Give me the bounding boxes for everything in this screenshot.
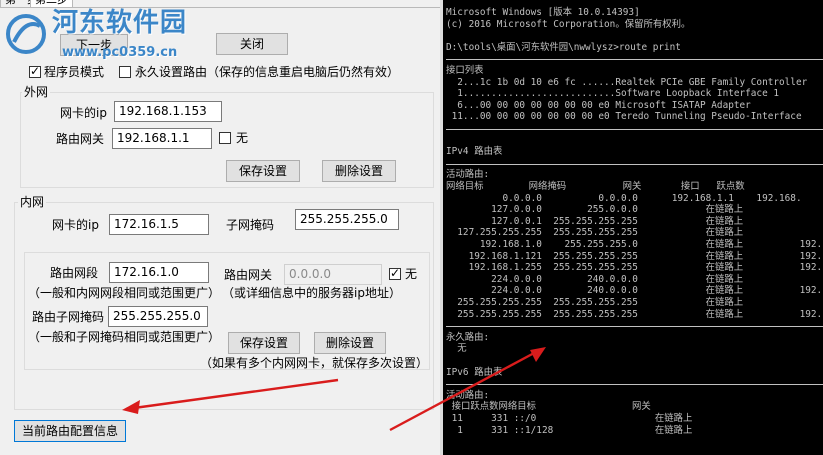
command-prompt-output: Microsoft Windows [版本 10.0.14393] (c) 201… [440, 0, 823, 455]
internal-nic-ip-field[interactable]: 172.16.1.5 [109, 214, 209, 235]
console-line: IPv4 路由表 [446, 146, 503, 158]
persistent-route-label: 永久设置路由（保存的信息重启电脑后仍然有效） [135, 65, 400, 79]
console-separator [446, 326, 823, 327]
console-line: 11 331 ::/0 在链路上 [446, 413, 693, 424]
external-nic-ip-label: 网卡的ip [60, 106, 107, 120]
console-line: 127.0.0.0 255.0.0.0 在链路上 [446, 204, 744, 216]
route-gateway-label: 路由网关 [224, 268, 273, 282]
console-separator [446, 384, 823, 385]
close-button[interactable]: 关闭 [216, 33, 288, 55]
internal-save-button[interactable]: 保存设置 [228, 332, 300, 354]
external-gateway-field[interactable]: 192.168.1.1 [112, 128, 212, 149]
tab-step-two[interactable]: 第二步 [30, 0, 73, 8]
watermark-url: www.pc0359.cn [62, 45, 178, 60]
console-line: 1 331 ::1/128 在链路上 [446, 424, 693, 436]
console-line: 6...00 00 00 00 00 00 00 e0 Microsoft IS… [446, 99, 751, 111]
route-segment-hint: （一般和内网网段相同或范围更广） [28, 286, 221, 300]
console-line: 活动路由: [446, 389, 490, 401]
console-separator [446, 128, 823, 130]
multi-nic-hint: （如果有多个内网网卡，就保存多次设置） [200, 356, 429, 370]
console-separator [446, 163, 823, 165]
console-line: 网络目标 网络掩码 网关 接口 跃点数 [446, 181, 745, 192]
internal-delete-button[interactable]: 删除设置 [314, 332, 386, 354]
internal-none-checkbox[interactable] [389, 266, 401, 280]
route-submask-hint: （一般和子网掩码相同或范围更广） [28, 330, 221, 344]
external-none-checkbox[interactable] [219, 132, 231, 144]
internal-mask-label: 子网掩码 [226, 218, 275, 232]
tab-strip: 第一步 第二步 [0, 0, 440, 8]
watermark-title: 河东软件园 [52, 8, 188, 38]
console-line: Microsoft Windows [版本 10.0.14393] [446, 7, 640, 18]
console-line: 127.255.255.255 255.255.255.255 在链路上 [446, 227, 744, 239]
console-line: (c) 2016 Microsoft Corporation。保留所有权利。 [446, 18, 691, 30]
external-nic-ip-field[interactable]: 192.168.1.153 [114, 101, 222, 122]
internal-none-label: 无 [405, 267, 418, 281]
console-line: 224.0.0.0 240.0.0.0 在链路上 192. [446, 285, 823, 297]
external-none-label: 无 [236, 131, 249, 145]
console-line: 192.168.1.0 255.255.255.0 在链路上 192. [446, 239, 823, 250]
route-gateway-field[interactable]: 0.0.0.0 [284, 264, 382, 285]
route-config-app: 第一步 第二步 下一步 关闭 程序员模式 永久设置路由（保存的信息重启电脑后仍然… [0, 0, 440, 455]
current-route-config-button[interactable]: 当前路由配置信息 [14, 420, 126, 442]
console-line: 1...........................Software Loo… [446, 88, 780, 100]
console-line: 2...1c 1b 0d 10 e6 fc ......Realtek PCIe… [446, 76, 808, 88]
watermark-logo-icon [6, 14, 46, 54]
console-line: D:\tools\桌面\河东软件园\nwwlysz>route print [446, 41, 681, 53]
programmer-mode-checkbox[interactable] [29, 64, 41, 78]
console-line: 192.168.1.255 255.255.255.255 在链路上 192. [446, 262, 823, 274]
console-line: 11...00 00 00 00 00 00 00 e0 Teredo Tunn… [446, 111, 802, 123]
internal-mask-field[interactable]: 255.255.255.0 [295, 209, 399, 230]
internal-network-title: 内网 [18, 195, 47, 209]
console-line: 接口跃点数网络目标 网关 [446, 401, 651, 413]
console-line: 接口列表 [446, 65, 484, 76]
route-gateway-hint: （或详细信息中的服务器ip地址） [222, 286, 401, 300]
route-segment-label: 路由网段 [50, 266, 99, 280]
console-line: 255.255.255.255 255.255.255.255 在链路上 192… [446, 308, 823, 320]
persistent-route-checkbox[interactable] [119, 66, 131, 78]
route-submask-label: 路由子网掩码 [32, 310, 105, 324]
console-line: 192.168.1.121 255.255.255.255 在链路上 192. [446, 250, 823, 262]
external-gateway-label: 路由网关 [56, 132, 105, 146]
console-separator [446, 59, 823, 61]
external-save-button[interactable]: 保存设置 [226, 160, 300, 182]
console-line: 0.0.0.0 0.0.0.0 192.168.1.1 192.168. [446, 192, 802, 204]
programmer-mode-label: 程序员模式 [44, 65, 105, 79]
console-line: 255.255.255.255 255.255.255.255 在链路上 [446, 297, 744, 308]
console-line: 永久路由: [446, 331, 490, 343]
route-submask-field[interactable]: 255.255.255.0 [108, 306, 208, 327]
console-line: 无 [446, 343, 467, 355]
console-line: 活动路由: [446, 169, 490, 181]
console-line: 127.0.0.1 255.255.255.255 在链路上 [446, 215, 744, 227]
external-delete-button[interactable]: 删除设置 [322, 160, 396, 182]
console-line: 224.0.0.0 240.0.0.0 在链路上 [446, 273, 744, 285]
internal-nic-ip-label: 网卡的ip [52, 218, 99, 232]
route-segment-field[interactable]: 172.16.1.0 [109, 262, 209, 283]
external-network-title: 外网 [22, 85, 51, 99]
console-line: IPv6 路由表 [446, 366, 503, 378]
